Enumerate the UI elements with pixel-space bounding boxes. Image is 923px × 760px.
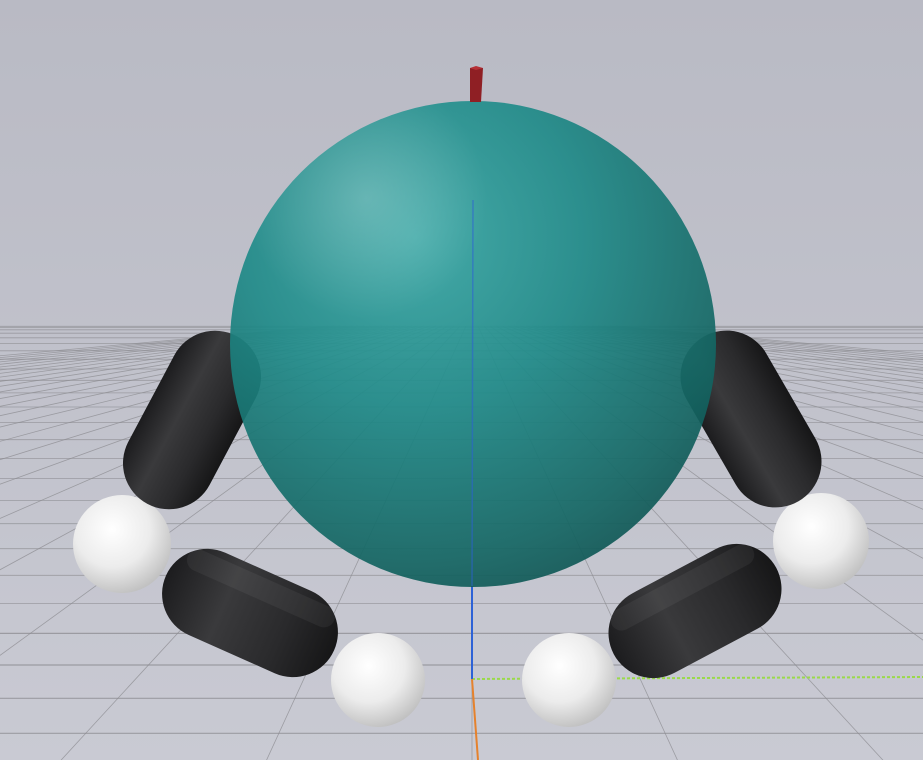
main-sphere[interactable] (230, 101, 716, 587)
scene-canvas[interactable] (0, 0, 923, 760)
joint-sphere-front-right[interactable] (522, 633, 616, 727)
joint-sphere-left[interactable] (73, 495, 171, 593)
3d-viewport[interactable] (0, 0, 923, 760)
joint-sphere-right[interactable] (773, 493, 869, 589)
red-marker[interactable] (470, 66, 483, 102)
sphere-z-axis-line (471, 199, 474, 587)
joint-sphere-front-left[interactable] (331, 633, 425, 727)
